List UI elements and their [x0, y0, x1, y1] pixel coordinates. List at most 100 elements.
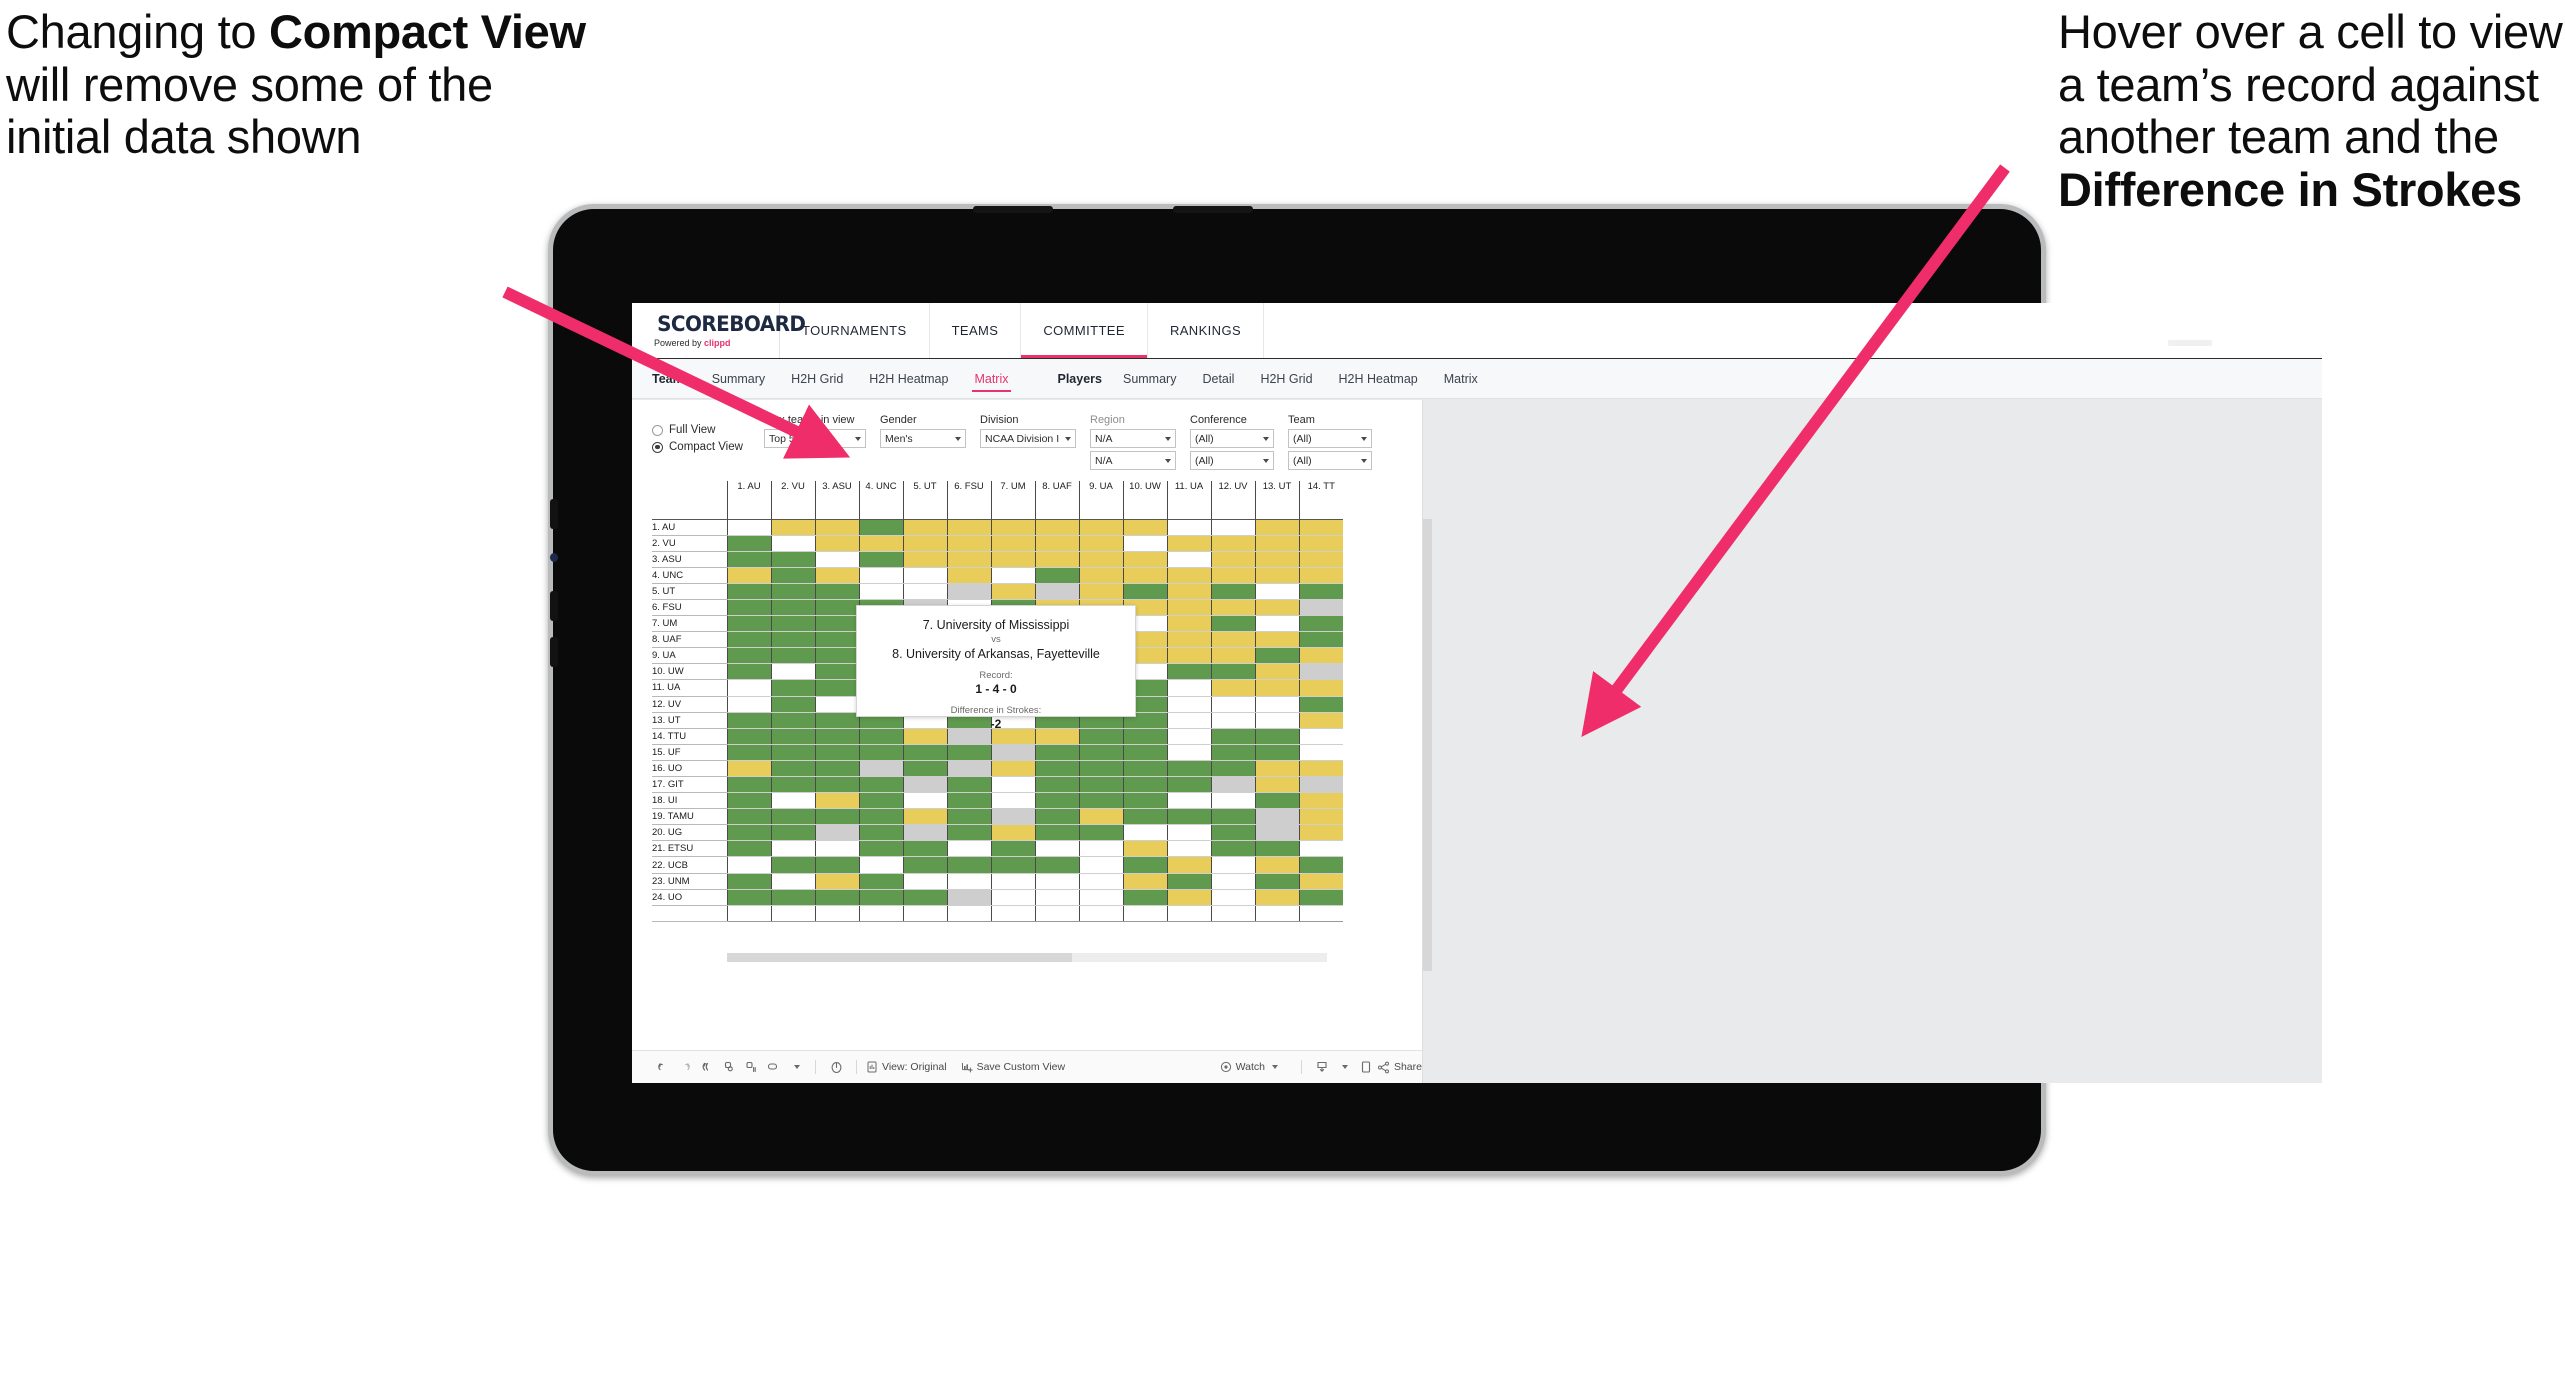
- matrix-cell[interactable]: [1166, 679, 1211, 697]
- matrix-cell[interactable]: [1298, 792, 1343, 810]
- matrix-cell[interactable]: [726, 824, 771, 842]
- matrix-cell[interactable]: [770, 760, 815, 778]
- undo-icon[interactable]: [652, 1056, 674, 1078]
- matrix-row-header[interactable]: 6. FSU: [652, 599, 727, 617]
- matrix-cell[interactable]: [858, 889, 903, 906]
- matrix-cell[interactable]: [1078, 808, 1123, 826]
- matrix-cell[interactable]: [1078, 535, 1123, 552]
- matrix-cell[interactable]: [814, 663, 859, 681]
- matrix-cell[interactable]: [770, 744, 815, 761]
- revert-icon[interactable]: [696, 1056, 718, 1078]
- matrix-cell[interactable]: [902, 808, 947, 826]
- matrix-cell[interactable]: [1298, 744, 1343, 761]
- matrix-cell[interactable]: [1210, 824, 1255, 842]
- matrix-cell[interactable]: [770, 519, 815, 536]
- nav-item-teams[interactable]: TEAMS: [930, 303, 1022, 358]
- layout-dropdown-caret[interactable]: [784, 1056, 806, 1078]
- matrix-cell[interactable]: [1034, 583, 1079, 600]
- matrix-cell[interactable]: [726, 744, 771, 761]
- matrix-cell[interactable]: [1166, 824, 1211, 842]
- matrix-cell[interactable]: [1298, 551, 1343, 568]
- matrix-cell[interactable]: [990, 744, 1035, 761]
- matrix-cell[interactable]: [726, 583, 771, 600]
- matrix-cell[interactable]: [990, 535, 1035, 552]
- matrix-cell[interactable]: [726, 889, 771, 906]
- matrix-cell[interactable]: [1254, 567, 1299, 584]
- matrix-cell[interactable]: [1210, 663, 1255, 681]
- watch-button[interactable]: Watch: [1220, 1061, 1278, 1073]
- matrix-cell[interactable]: [1254, 776, 1299, 794]
- matrix-cell[interactable]: [1034, 856, 1079, 874]
- share-button[interactable]: Share: [1377, 1061, 1422, 1074]
- matrix-cell[interactable]: [1078, 889, 1123, 906]
- matrix-cell[interactable]: [1122, 583, 1167, 600]
- matrix-cell[interactable]: [1166, 728, 1211, 745]
- matrix-cell[interactable]: [1210, 647, 1255, 665]
- matrix-row-header[interactable]: 3. ASU: [652, 551, 727, 568]
- matrix-cell[interactable]: [946, 889, 991, 906]
- matrix-column-header[interactable]: 14. TT: [1298, 481, 1343, 520]
- matrix-cell[interactable]: [770, 840, 815, 858]
- matrix-row-header[interactable]: 21. ETSU: [652, 840, 727, 858]
- matrix-cell[interactable]: [1166, 615, 1211, 633]
- matrix-cell[interactable]: [902, 873, 947, 890]
- matrix-cell[interactable]: [858, 792, 903, 810]
- matrix-cell[interactable]: [1034, 551, 1079, 568]
- matrix-cell[interactable]: [902, 535, 947, 552]
- select-division[interactable]: NCAA Division I: [980, 429, 1076, 448]
- nav-item-committee[interactable]: COMMITTEE: [1021, 303, 1148, 358]
- select-region[interactable]: N/A: [1090, 429, 1176, 448]
- matrix-cell[interactable]: [726, 808, 771, 826]
- matrix-row-header[interactable]: 10. UW: [652, 663, 727, 681]
- matrix-cell[interactable]: [1166, 760, 1211, 778]
- matrix-cell[interactable]: [946, 824, 991, 842]
- matrix-cell[interactable]: [1122, 856, 1167, 874]
- matrix-row-header[interactable]: 23. UNM: [652, 873, 727, 890]
- download-icon[interactable]: [1311, 1056, 1333, 1078]
- matrix-cell[interactable]: [1122, 551, 1167, 568]
- matrix-column-header[interactable]: 10. UW: [1122, 481, 1167, 520]
- matrix-cell[interactable]: [1298, 679, 1343, 697]
- matrix-cell[interactable]: [858, 808, 903, 826]
- matrix-cell[interactable]: [1210, 696, 1255, 713]
- select-gender[interactable]: Men's: [880, 429, 966, 448]
- matrix-cell[interactable]: [1210, 583, 1255, 600]
- select-max-teams[interactable]: Top 50: [764, 429, 866, 448]
- matrix-cell[interactable]: [814, 712, 859, 729]
- matrix-cell[interactable]: [1122, 889, 1167, 906]
- matrix-cell[interactable]: [770, 583, 815, 600]
- matrix-cell[interactable]: [726, 519, 771, 536]
- matrix-row-header[interactable]: 17. GIT: [652, 776, 727, 794]
- matrix-cell[interactable]: [1298, 647, 1343, 665]
- matrix-cell[interactable]: [1298, 728, 1343, 745]
- matrix-cell[interactable]: [1166, 535, 1211, 552]
- matrix-cell[interactable]: [1166, 696, 1211, 713]
- matrix-row-header[interactable]: 9. UA: [652, 647, 727, 665]
- matrix-column-header[interactable]: 8. UAF: [1034, 481, 1079, 520]
- matrix-cell[interactable]: [1254, 824, 1299, 842]
- matrix-row-header[interactable]: 20. UG: [652, 824, 727, 842]
- matrix-cell[interactable]: [902, 519, 947, 536]
- tablet-button-volume-up[interactable]: [550, 499, 558, 529]
- matrix-cell[interactable]: [1210, 567, 1255, 584]
- matrix-cell[interactable]: [1254, 519, 1299, 536]
- tab-players-summary[interactable]: Summary: [1110, 368, 1189, 390]
- matrix-cell[interactable]: [946, 776, 991, 794]
- matrix-cell[interactable]: [858, 856, 903, 874]
- matrix-cell[interactable]: [990, 873, 1035, 890]
- matrix-cell[interactable]: [1078, 760, 1123, 778]
- matrix-row-header[interactable]: 24. UO: [652, 889, 727, 906]
- matrix-cell[interactable]: [902, 792, 947, 810]
- matrix-cell[interactable]: [1298, 567, 1343, 584]
- matrix-cell[interactable]: [814, 567, 859, 584]
- matrix-cell[interactable]: [814, 519, 859, 536]
- tab-teams-h2h-heatmap[interactable]: H2H Heatmap: [856, 368, 961, 390]
- matrix-cell[interactable]: [1298, 519, 1343, 536]
- matrix-cell[interactable]: [1034, 776, 1079, 794]
- matrix-cell[interactable]: [770, 889, 815, 906]
- matrix-cell[interactable]: [946, 873, 991, 890]
- nav-item-tournaments[interactable]: TOURNAMENTS: [780, 303, 930, 358]
- tab-teams-summary[interactable]: Summary: [699, 368, 778, 390]
- matrix-cell[interactable]: [1254, 696, 1299, 713]
- matrix-cell[interactable]: [814, 824, 859, 842]
